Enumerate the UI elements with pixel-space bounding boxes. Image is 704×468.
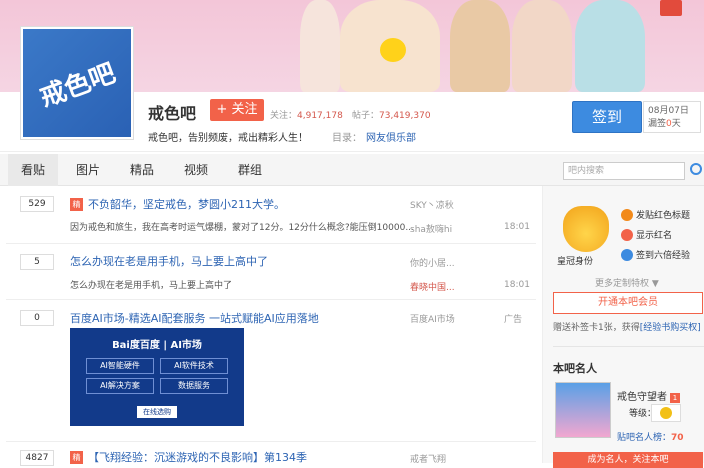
become-famous-button[interactable]: 成为名人，关注本吧 bbox=[553, 452, 703, 468]
signin-streak: 漏签0天 bbox=[648, 119, 681, 129]
tab-posts[interactable]: 看贴 bbox=[8, 154, 58, 186]
perk-item: 显示红名 bbox=[621, 228, 672, 241]
more-perks-link[interactable]: 更多定制特权 ▼ bbox=[595, 276, 659, 289]
ad-cell: AI解决方案 bbox=[86, 378, 154, 394]
forum-name[interactable]: 戒色吧 bbox=[148, 100, 196, 124]
follow-button[interactable]: + 关注 bbox=[210, 99, 264, 121]
featured-badge: 精 bbox=[70, 451, 83, 464]
perk-item: 发贴红色标题 bbox=[621, 208, 690, 221]
ad-title[interactable]: 百度AI市场-精选AI配套服务 一站式赋能AI应用落地 bbox=[70, 310, 319, 326]
followers-count: 4,917,178 bbox=[297, 111, 343, 121]
famous-rank[interactable]: 贴吧名人榜：70 bbox=[617, 430, 684, 443]
level-badge bbox=[651, 404, 681, 422]
banner-cartoon bbox=[300, 0, 340, 92]
level-star-icon bbox=[660, 407, 672, 419]
post-row[interactable]: 4827 精【飞翔经验：沉迷游戏的不良影响】第134季 戒者飞翔 bbox=[6, 442, 536, 466]
red-name-icon bbox=[621, 229, 633, 241]
exp-icon bbox=[621, 249, 633, 261]
posts-stat: 帖子：73,419,370 bbox=[352, 111, 431, 121]
ad-author: 百度AI市场 bbox=[410, 315, 455, 325]
member-level-icon: 1 bbox=[670, 393, 680, 403]
avatar[interactable] bbox=[555, 382, 611, 438]
reply-count: 4827 bbox=[20, 450, 54, 466]
post-author[interactable]: 你的小居... bbox=[410, 256, 455, 269]
crown-icon bbox=[563, 206, 609, 252]
post-title[interactable]: 怎么办现在老是用手机，马上要上高中了 bbox=[70, 253, 268, 269]
last-reply-author[interactable]: sha敖嗨hi bbox=[410, 222, 452, 235]
reply-count: 529 bbox=[20, 196, 54, 212]
post-title[interactable]: 精不负韶华，坚定戒色，梦圆小211大学。 bbox=[70, 196, 285, 212]
ad-label: 广告 bbox=[504, 315, 523, 325]
duck-icon bbox=[380, 38, 406, 62]
search-input[interactable]: 吧内搜索 bbox=[563, 162, 685, 180]
ad-brand: Bai度百度 | AI市场 bbox=[112, 340, 202, 351]
signin-date: 08月07日 bbox=[648, 106, 689, 116]
tab-videos[interactable]: 视频 bbox=[174, 154, 218, 186]
post-author[interactable]: SKY丶凉秋 bbox=[410, 198, 454, 211]
post-row[interactable]: 529 精不负韶华，坚定戒色，梦圆小211大学。 因为戒色和旅生，我在高考时运气… bbox=[6, 186, 536, 244]
perk-item: 签到六倍经验 bbox=[621, 248, 690, 261]
forum-logo[interactable]: 戒色吧 bbox=[20, 26, 134, 140]
divider bbox=[553, 346, 704, 347]
ad-cell: AI软件技术 bbox=[160, 358, 228, 374]
banner-cartoon bbox=[512, 0, 572, 92]
post-row[interactable]: 5 怎么办现在老是用手机，马上要上高中了 怎么办现在老是用手机，马上要上高中了 … bbox=[6, 244, 536, 300]
gift-icon[interactable] bbox=[660, 0, 682, 16]
followers-stat: 关注：4,917,178 bbox=[270, 111, 343, 121]
ad-image[interactable]: Bai度百度 | AI市场 AI智能硬件 AI软件技术 AI解决方案 数据服务 … bbox=[70, 328, 244, 426]
featured-badge: 精 bbox=[70, 198, 83, 211]
sidebar: 皇冠身份 发贴红色标题 显示红名 签到六倍经验 更多定制特权 ▼ 开通本吧会员 … bbox=[542, 186, 704, 468]
post-excerpt: 怎么办现在老是用手机，马上要上高中了 bbox=[70, 281, 233, 291]
ad-cell: 数据服务 bbox=[160, 378, 228, 394]
post-author[interactable]: 戒者飞翔 bbox=[410, 452, 446, 465]
catalog-link[interactable]: 网友俱乐部 bbox=[366, 133, 416, 144]
reply-count: 5 bbox=[20, 254, 54, 270]
last-reply-time: 18:01 bbox=[504, 280, 530, 290]
last-reply-time: 18:01 bbox=[504, 222, 530, 232]
logo-text: 戒色吧 bbox=[36, 57, 120, 113]
famous-heading: 本吧名人 bbox=[553, 362, 597, 375]
post-excerpt: 因为戒色和旅生，我在高考时运气爆棚，蒙对了12分。12分什么概念?能压倒1000… bbox=[70, 223, 414, 233]
vip-button[interactable]: 开通本吧会员 bbox=[553, 292, 703, 314]
banner-cartoon bbox=[450, 0, 510, 92]
ad-row[interactable]: 0 百度AI市场-精选AI配套服务 一站式赋能AI应用落地 百度AI市场 广告 … bbox=[6, 300, 536, 442]
tab-featured[interactable]: 精品 bbox=[120, 154, 164, 186]
signin-button[interactable]: 签到 bbox=[572, 101, 642, 133]
tab-images[interactable]: 图片 bbox=[66, 154, 110, 186]
last-reply-author[interactable]: 春晓中国... bbox=[410, 280, 455, 293]
vip-note: 赠送补签卡1张，获得[经验书购买权] bbox=[553, 323, 701, 333]
forum-catalog: 目录： 网友俱乐部 bbox=[332, 133, 416, 144]
exp-book-link[interactable]: [经验书购买权] bbox=[640, 323, 701, 333]
crown-label: 皇冠身份 bbox=[557, 257, 594, 267]
forum-slogan: 戒色吧，告别频废，戒出精彩人生！ bbox=[148, 133, 308, 144]
banner-cartoon bbox=[575, 0, 645, 92]
signin-date-box: 08月07日 漏签0天 bbox=[643, 101, 701, 133]
search-icon[interactable] bbox=[690, 163, 702, 175]
ad-buy-button[interactable]: 在线选购 bbox=[137, 406, 177, 418]
ad-cell: AI智能硬件 bbox=[86, 358, 154, 374]
posts-count: 73,419,370 bbox=[379, 111, 431, 121]
member-name[interactable]: 戒色守望者 1 bbox=[617, 388, 680, 403]
tab-groups[interactable]: 群组 bbox=[228, 154, 272, 186]
red-title-icon bbox=[621, 209, 633, 221]
reply-count: 0 bbox=[20, 310, 54, 326]
